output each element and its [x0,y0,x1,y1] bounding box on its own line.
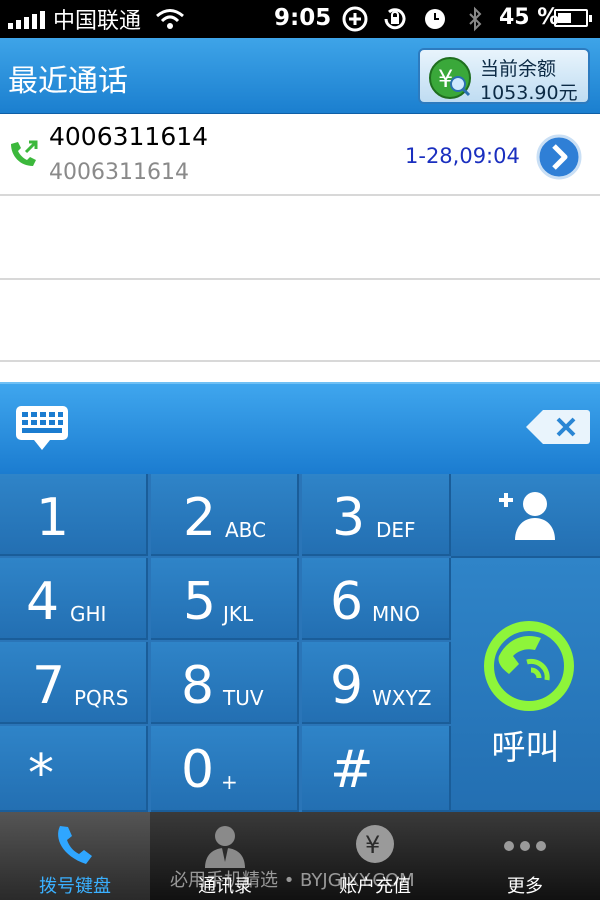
key-digit: 3 [332,488,366,548]
status-bar: 中国联通 9:05 45 % [0,0,600,38]
call-button[interactable]: 呼叫 [451,558,600,812]
add-contact-icon [499,492,555,540]
call-row[interactable]: 4006311614 4006311614 1-28,09:04 [0,114,600,196]
key-4[interactable]: 4 GHI [0,558,148,640]
empty-row [0,198,600,280]
tab-label: 更多 [507,876,543,897]
status-time: 9:05 [274,5,332,31]
more-icon [504,841,546,851]
svg-text:¥: ¥ [365,831,380,859]
key-letters: JKL [223,602,254,626]
balance-button[interactable]: ¥ 当前余额 1053.90元 [418,48,590,104]
key-8[interactable]: 8 TUV [151,642,299,724]
balance-value: 1053.90元 [480,82,578,104]
key-digit: 5 [183,572,217,632]
key-digit: 1 [36,488,70,548]
key-hash[interactable]: # [302,726,451,812]
dial-keypad: 1 2 ABC 3 DEF 4 GHI 5 JKL 6 MNO 7 PQRS 8… [0,474,600,812]
wifi-icon [156,9,184,29]
key-digit: 8 [181,656,215,716]
alarm-clock-icon [425,9,445,29]
app-header: 最近通话 ¥ 当前余额 1053.90元 [0,38,600,114]
bluetooth-icon [469,6,482,32]
empty-row [0,280,600,362]
watermark: 必用手机精选 • BYJGJXY.COM [170,870,415,891]
yuan-icon: ¥ [356,825,394,863]
tab-more[interactable]: 更多 [450,812,600,900]
call-button-label: 呼叫 [491,728,560,768]
key-letters: MNO [372,602,420,626]
key-digit: 0 [181,740,215,800]
backspace-icon[interactable] [525,408,591,446]
key-digit: 7 [32,656,66,716]
add-circle-icon [342,6,368,32]
call-time: 1-28,09:04 [405,144,520,168]
tab-label: 拨号键盘 [39,876,111,897]
keyboard-icon[interactable] [14,404,70,454]
key-letters: DEF [376,518,416,542]
key-star[interactable]: * [0,726,148,812]
key-letters: WXYZ [372,686,432,710]
rotation-lock-icon [384,8,406,30]
key-9[interactable]: 9 WXYZ [302,642,451,724]
call-number-secondary: 4006311614 [49,160,189,185]
key-letters: + [221,770,238,794]
key-letters: PQRS [74,686,129,710]
key-letters: GHI [70,602,107,626]
key-6[interactable]: 6 MNO [302,558,451,640]
key-7[interactable]: 7 PQRS [0,642,148,724]
key-5[interactable]: 5 JKL [151,558,299,640]
chevron-right-icon[interactable] [536,134,582,180]
svg-text:¥: ¥ [438,65,453,93]
contacts-icon [205,826,245,868]
add-contact-button[interactable] [451,474,600,558]
tab-dialpad[interactable]: 拨号键盘 [0,812,150,900]
key-letters: TUV [223,686,264,710]
key-digit: 6 [330,572,364,632]
key-digit: 4 [26,572,60,632]
key-0[interactable]: 0 + [151,726,299,812]
key-3[interactable]: 3 DEF [302,474,451,556]
balance-label: 当前余额 [480,58,557,80]
key-2[interactable]: 2 ABC [151,474,299,556]
recent-calls-list: 4006311614 4006311614 1-28,09:04 [0,114,600,382]
phone-icon [58,826,92,864]
signal-strength-icon [8,9,45,29]
dial-display [0,382,600,474]
key-digit: * [28,744,54,804]
page-title: 最近通话 [8,64,128,99]
key-digit: 9 [330,656,364,716]
call-phone-icon [484,621,574,711]
outgoing-call-icon [11,140,38,166]
yuan-search-icon: ¥ [429,57,471,99]
battery-percent: 45 % [499,5,560,30]
key-digit: # [330,740,374,800]
call-number: 4006311614 [49,122,209,151]
battery-icon [554,9,592,27]
key-letters: ABC [225,518,267,542]
key-1[interactable]: 1 [0,474,148,556]
carrier-name: 中国联通 [53,9,142,34]
key-digit: 2 [183,488,217,548]
